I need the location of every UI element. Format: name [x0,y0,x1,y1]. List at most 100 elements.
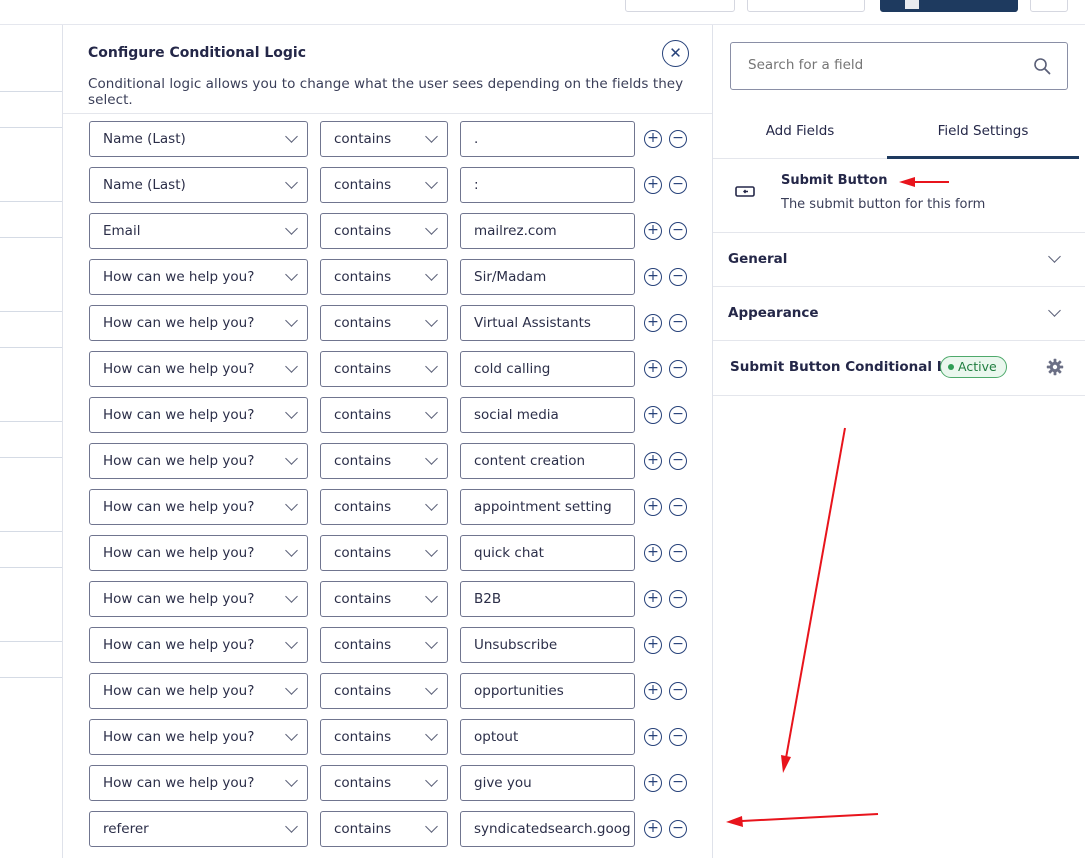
remove-rule-icon[interactable]: − [669,636,687,654]
rule-operator-value: contains [334,453,392,469]
remove-rule-icon[interactable]: − [669,682,687,700]
rule-field-select[interactable]: How can we help you? [89,535,308,571]
chevron-down-icon [425,820,438,833]
rule-value-input[interactable]: mailrez.com [460,213,635,249]
add-rule-icon[interactable]: + [644,406,662,424]
rule-field-select[interactable]: How can we help you? [89,673,308,709]
rule-field-select[interactable]: How can we help you? [89,765,308,801]
add-rule-icon[interactable]: + [644,544,662,562]
rule-operator-select[interactable]: contains [320,167,448,203]
remove-rule-icon[interactable]: − [669,360,687,378]
rule-operator-select[interactable]: contains [320,581,448,617]
add-rule-icon[interactable]: + [644,728,662,746]
add-rule-icon[interactable]: + [644,130,662,148]
remove-rule-icon[interactable]: − [669,774,687,792]
rule-operator-select[interactable]: contains [320,535,448,571]
add-rule-icon[interactable]: + [644,222,662,240]
rule-field-select[interactable]: Email [89,213,308,249]
remove-rule-icon[interactable]: − [669,268,687,286]
rule-value-input[interactable]: syndicatedsearch.goog [460,811,635,847]
remove-rule-icon[interactable]: − [669,130,687,148]
rule-field-select[interactable]: How can we help you? [89,305,308,341]
rule-field-select[interactable]: How can we help you? [89,259,308,295]
remove-rule-icon[interactable]: − [669,314,687,332]
add-rule-icon[interactable]: + [644,682,662,700]
rule-field-select[interactable]: How can we help you? [89,351,308,387]
rule-operator-select[interactable]: contains [320,305,448,341]
toolbar-button[interactable] [625,0,735,12]
section-appearance[interactable]: Appearance [713,287,1085,341]
search-icon[interactable] [1033,57,1051,75]
rule-field-select[interactable]: How can we help you? [89,489,308,525]
rule-value-input[interactable]: Virtual Assistants [460,305,635,341]
rule-value-input[interactable]: . [460,121,635,157]
rule-operator-select[interactable]: contains [320,259,448,295]
rule-operator-select[interactable]: contains [320,811,448,847]
chevron-down-icon [285,268,298,281]
rule-value-input[interactable]: : [460,167,635,203]
remove-rule-icon[interactable]: − [669,452,687,470]
toolbar-button[interactable] [747,0,865,12]
rule-operator-select[interactable]: contains [320,351,448,387]
rule-operator-select[interactable]: contains [320,765,448,801]
rule-field-select[interactable]: How can we help you? [89,719,308,755]
tab-field-settings[interactable]: Field Settings [887,113,1079,159]
rule-operator-select[interactable]: contains [320,627,448,663]
gear-icon[interactable] [1046,358,1064,376]
rule-field-select[interactable]: How can we help you? [89,627,308,663]
toolbar-more-button[interactable] [1030,0,1068,12]
close-icon[interactable]: ✕ [662,40,689,67]
rule-value-input[interactable]: B2B [460,581,635,617]
rule-field-select[interactable]: Name (Last) [89,121,308,157]
rule-value-input[interactable]: cold calling [460,351,635,387]
rule-field-value: How can we help you? [103,729,255,745]
chevron-down-icon [425,176,438,189]
rule-value-input[interactable]: appointment setting [460,489,635,525]
rule-value-input[interactable]: optout [460,719,635,755]
section-general[interactable]: General [713,233,1085,287]
remove-rule-icon[interactable]: − [669,176,687,194]
add-rule-icon[interactable]: + [644,314,662,332]
rule-value-input[interactable]: social media [460,397,635,433]
remove-rule-icon[interactable]: − [669,820,687,838]
rule-operator-select[interactable]: contains [320,213,448,249]
rule-field-select[interactable]: Name (Last) [89,167,308,203]
rule-row: How can we help you? contains appointment … [63,489,712,525]
remove-rule-icon[interactable]: − [669,544,687,562]
tab-add-fields[interactable]: Add Fields [713,113,887,159]
rule-operator-select[interactable]: contains [320,673,448,709]
add-rule-icon[interactable]: + [644,590,662,608]
add-rule-icon[interactable]: + [644,360,662,378]
remove-rule-icon[interactable]: − [669,590,687,608]
remove-rule-icon[interactable]: − [669,222,687,240]
rule-operator-select[interactable]: contains [320,397,448,433]
rule-value-input[interactable]: quick chat [460,535,635,571]
rule-value-input[interactable]: give you [460,765,635,801]
remove-rule-icon[interactable]: − [669,406,687,424]
rule-field-select[interactable]: How can we help you? [89,397,308,433]
rule-operator-select[interactable]: contains [320,121,448,157]
remove-rule-icon[interactable]: − [669,498,687,516]
add-rule-icon[interactable]: + [644,452,662,470]
add-rule-icon[interactable]: + [644,820,662,838]
add-rule-icon[interactable]: + [644,498,662,516]
rule-operator-value: contains [334,177,392,193]
add-rule-icon[interactable]: + [644,636,662,654]
rule-value-input[interactable]: opportunities [460,673,635,709]
rule-field-select[interactable]: How can we help you? [89,443,308,479]
rule-field-select[interactable]: referer [89,811,308,847]
conditional-logic-modal: Configure Conditional Logic Conditional … [62,25,713,858]
rule-operator-select[interactable]: contains [320,489,448,525]
search-input[interactable] [748,57,1008,73]
remove-rule-icon[interactable]: − [669,728,687,746]
rule-operator-select[interactable]: contains [320,443,448,479]
add-rule-icon[interactable]: + [644,176,662,194]
rule-value-input[interactable]: Sir/Madam [460,259,635,295]
rule-operator-select[interactable]: contains [320,719,448,755]
add-rule-icon[interactable]: + [644,268,662,286]
add-rule-icon[interactable]: + [644,774,662,792]
rule-value-input[interactable]: Unsubscribe [460,627,635,663]
rule-value-input[interactable]: content creation [460,443,635,479]
rule-field-select[interactable]: How can we help you? [89,581,308,617]
toolbar-primary-button[interactable] [880,0,1018,12]
